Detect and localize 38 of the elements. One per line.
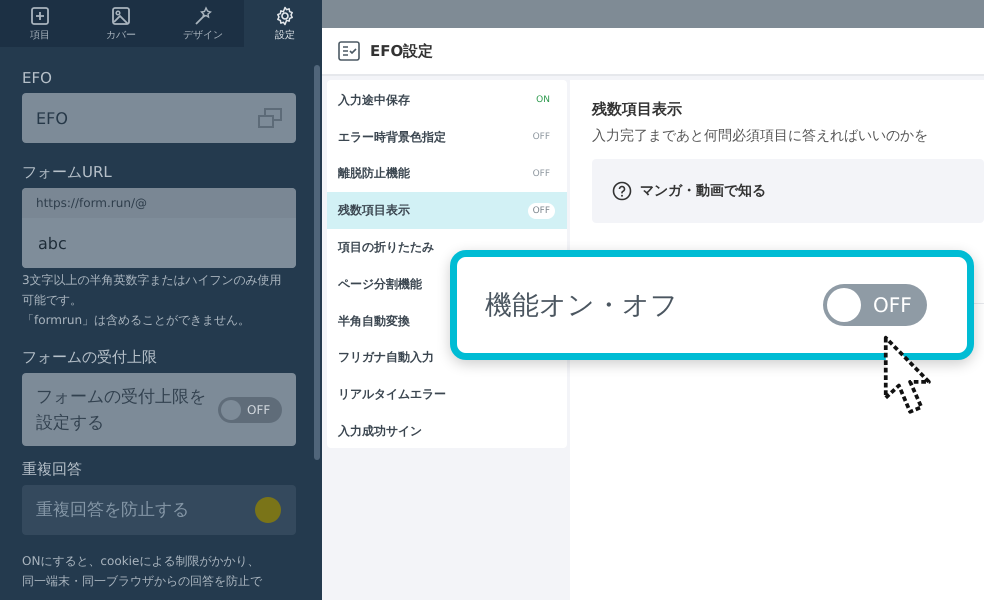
- modal-title: EFO設定: [370, 42, 434, 60]
- scrollbar[interactable]: [314, 65, 320, 460]
- settings-item[interactable]: エラー時背景色指定 OFF: [327, 118, 567, 156]
- section-label: EFO: [22, 69, 53, 87]
- status-label: OFF: [532, 131, 551, 144]
- image-icon: [111, 6, 131, 26]
- section-label: フォームURL: [22, 163, 113, 182]
- help-link[interactable]: マンガ・動画で知る: [592, 159, 984, 223]
- status-label: OFF: [528, 202, 555, 219]
- status-label: ON: [535, 94, 551, 108]
- wand-icon: [193, 6, 213, 26]
- settings-item[interactable]: 入力途中保存 ON: [327, 82, 567, 119]
- callout-label: 機能オン・オフ: [485, 289, 678, 323]
- toggle-row[interactable]: フォームの受付上限を設定する OFF: [22, 373, 296, 446]
- checklist-icon: [338, 41, 360, 61]
- windows-icon: [258, 108, 282, 128]
- plus-square-icon: [30, 6, 50, 26]
- section-label: 重複回答: [22, 460, 83, 479]
- toggle-switch[interactable]: OFF: [218, 396, 282, 422]
- help-text: ONにすると、cookieによる制限がかかり、: [22, 553, 260, 570]
- help-text: 同一端末・同一ブラウザからの回答を防止で: [22, 573, 264, 590]
- dot-icon: [254, 496, 282, 524]
- settings-item[interactable]: 残数項目表示 OFF: [327, 192, 567, 230]
- detail-title: 残数項目表示: [592, 100, 683, 119]
- settings-item[interactable]: 離脱防止機能 OFF: [327, 156, 567, 192]
- settings-icon: [275, 6, 295, 26]
- settings-item[interactable]: 入力成功サイン: [327, 413, 567, 450]
- help-text: 「formrun」は含めることができません。: [22, 312, 252, 329]
- status-label: OFF: [532, 168, 551, 181]
- detail-description: 入力完了まであと何問必須項目に答えればいいのかを: [592, 127, 929, 145]
- sidebar-tab[interactable]: デザイン: [162, 0, 244, 47]
- url-field[interactable]: https://form.run/@ abc: [22, 188, 296, 268]
- settings-item[interactable]: リアルタイムエラー: [327, 376, 567, 414]
- help-text: 3文字以上の半角英数字またはハイフンのみ使用可能です。: [22, 272, 283, 309]
- help-icon: [612, 181, 632, 201]
- section-label: フォームの受付上限: [22, 348, 158, 367]
- sidebar-tab[interactable]: カバー: [80, 0, 162, 47]
- sidebar-tab[interactable]: 項目: [0, 0, 80, 47]
